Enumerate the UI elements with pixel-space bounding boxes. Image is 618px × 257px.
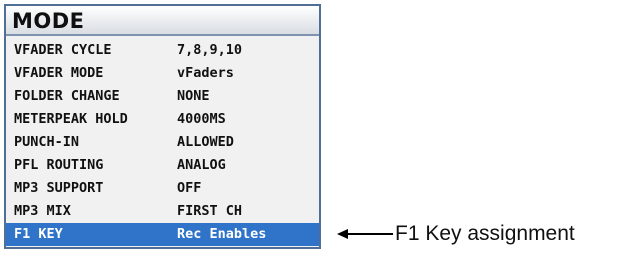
menu-item-folder-change[interactable]: FOLDER CHANGE NONE: [6, 85, 319, 108]
menu-item-value: vFaders: [177, 65, 234, 81]
menu-item-punch-in[interactable]: PUNCH-IN ALLOWED: [6, 131, 319, 154]
menu-item-key: MP3 MIX: [14, 203, 71, 219]
menu-item-key: MP3 SUPPORT: [14, 180, 104, 196]
menu-item-value: Rec Enables: [177, 226, 267, 242]
menu-item-meterpeak-hold[interactable]: METERPEAK HOLD 4000MS: [6, 108, 319, 131]
menu-item-value: NONE: [177, 88, 210, 104]
menu-item-key: VFADER CYCLE: [14, 42, 112, 58]
menu-title: MODE: [6, 6, 319, 36]
annotation-label: F1 Key assignment: [395, 222, 575, 245]
menu-item-key: FOLDER CHANGE: [14, 88, 120, 104]
menu-item-value: FIRST CH: [177, 203, 243, 219]
menu-item-pfl-routing[interactable]: PFL ROUTING ANALOG: [6, 154, 319, 177]
menu-item-value: 7,8,9,10: [177, 42, 243, 58]
menu-list: VFADER CYCLE 7,8,9,10 VFADER MODE vFader…: [6, 39, 319, 246]
menu-item-value: 4000MS: [177, 111, 226, 127]
menu-item-key: PUNCH-IN: [14, 134, 80, 150]
menu-item-value: OFF: [177, 180, 202, 196]
menu-item-f1-key[interactable]: F1 KEY Rec Enables: [6, 223, 319, 246]
menu-item-key: F1 KEY: [14, 226, 63, 242]
left-arrow-icon: [337, 229, 393, 239]
menu-item-value: ALLOWED: [177, 134, 234, 150]
menu-item-vfader-cycle[interactable]: VFADER CYCLE 7,8,9,10: [6, 39, 319, 62]
menu-item-key: VFADER MODE: [14, 65, 104, 81]
annotation-callout: F1 Key assignment: [337, 222, 607, 246]
menu-item-value: ANALOG: [177, 157, 226, 173]
menu-item-key: METERPEAK HOLD: [14, 111, 128, 127]
menu-item-mp3-support[interactable]: MP3 SUPPORT OFF: [6, 177, 319, 200]
menu-item-mp3-mix[interactable]: MP3 MIX FIRST CH: [6, 200, 319, 223]
menu-item-vfader-mode[interactable]: VFADER MODE vFaders: [6, 62, 319, 85]
mode-menu-panel: MODE VFADER CYCLE 7,8,9,10 VFADER MODE v…: [4, 4, 321, 249]
menu-item-key: PFL ROUTING: [14, 157, 104, 173]
